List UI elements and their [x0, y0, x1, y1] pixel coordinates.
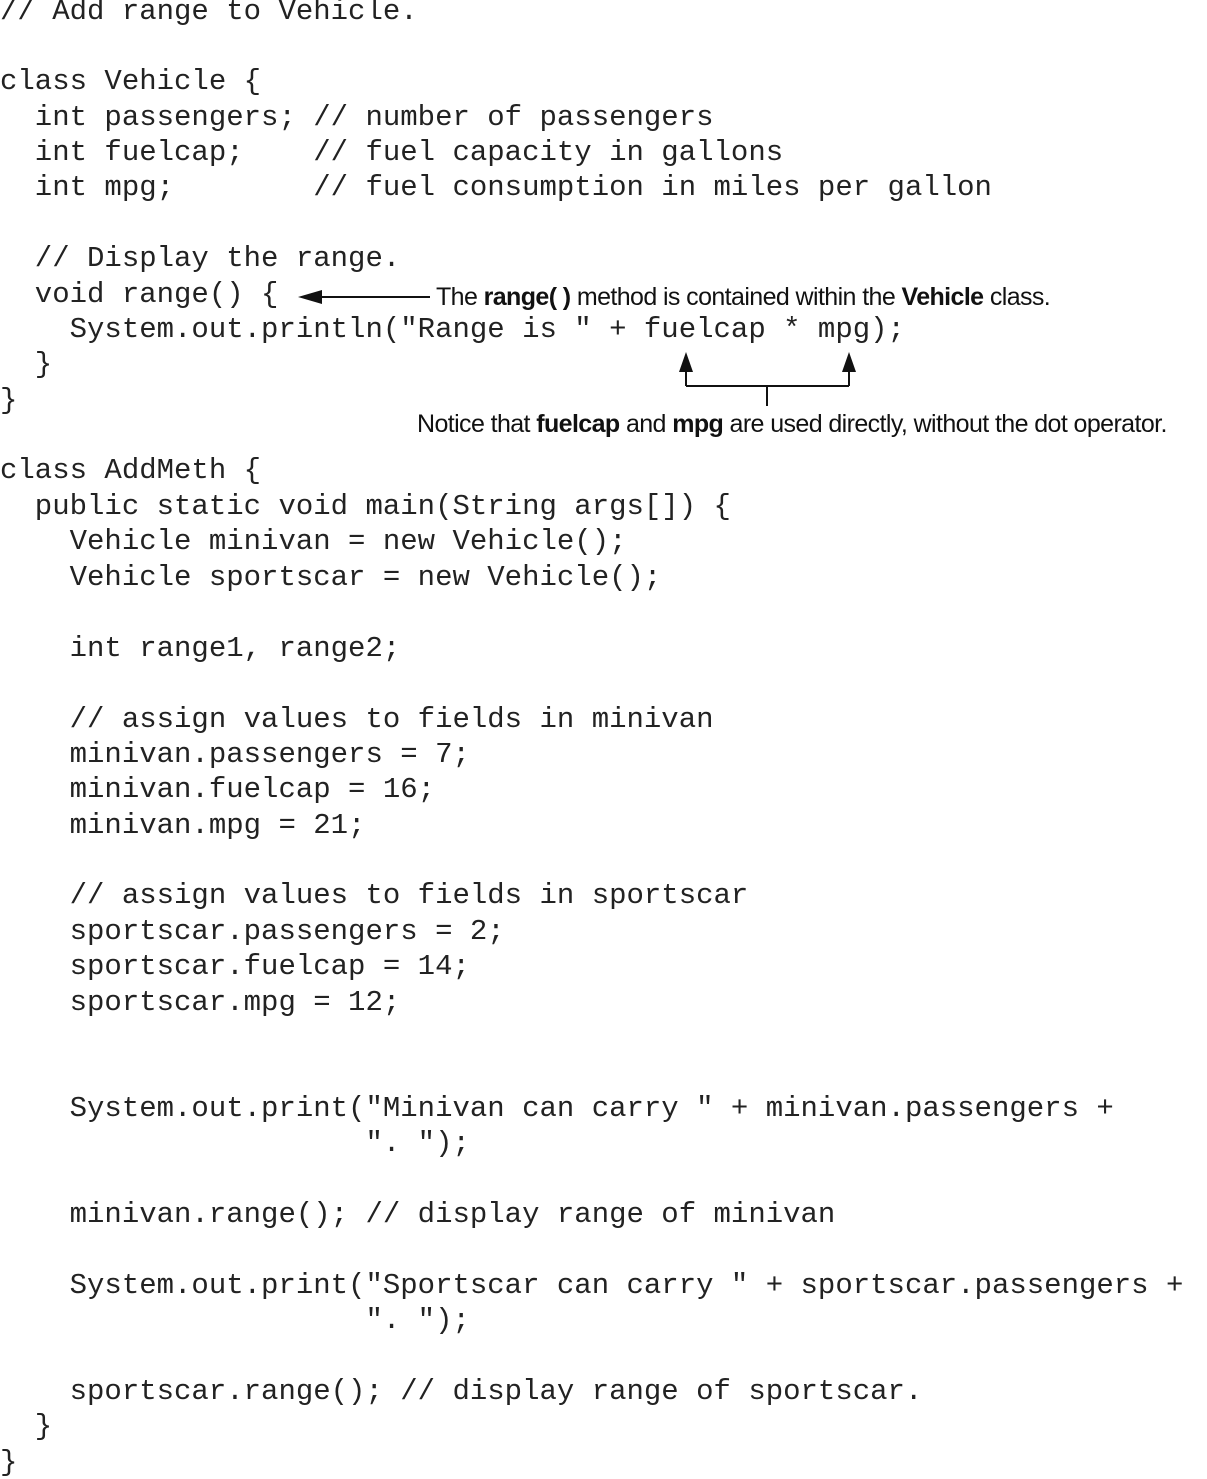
callout-bold-term: range( ): [483, 283, 571, 311]
range-method-callout: The range( ) method is contained within …: [436, 282, 1051, 312]
callout-bold-term: Vehicle: [901, 283, 985, 311]
callout-text: The: [436, 283, 484, 311]
range-method-arrow: [298, 290, 430, 304]
callout-text: and: [619, 410, 673, 438]
callout-text: method is contained within the: [570, 283, 902, 311]
callout-arrows: [298, 290, 856, 406]
direct-use-bracket: [679, 352, 856, 406]
callout-bold-term: fuelcap: [536, 410, 620, 438]
callout-text: Notice that: [417, 410, 537, 438]
direct-use-callout: Notice that fuelcap and mpg are used dir…: [417, 409, 1167, 439]
callout-text: are used directly, without the dot opera…: [723, 410, 1168, 438]
callout-text: class.: [983, 283, 1051, 311]
callout-bold-term: mpg: [672, 410, 724, 438]
